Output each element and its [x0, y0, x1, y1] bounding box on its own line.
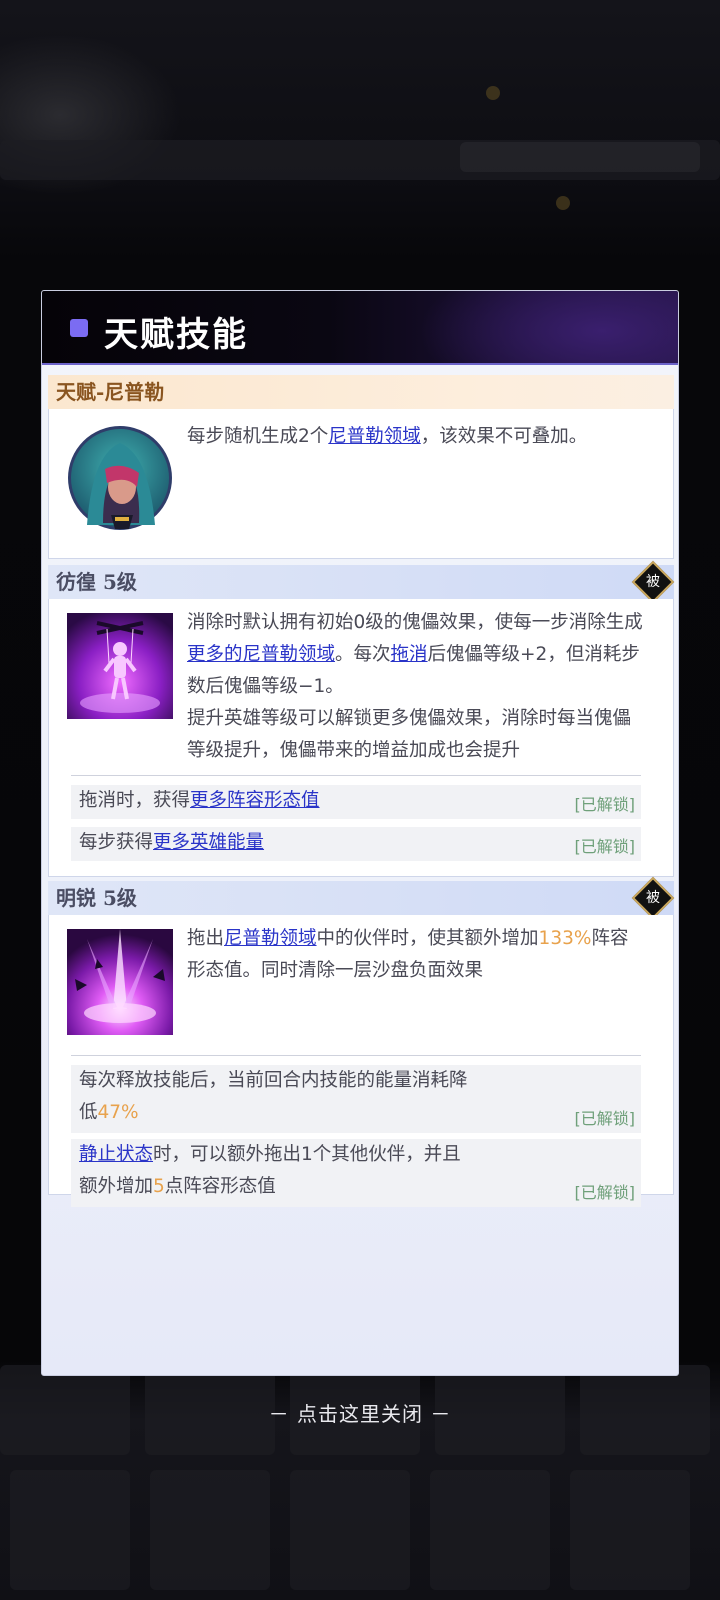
- talent-title: 天赋-尼普勒: [56, 380, 165, 404]
- background-tile: [290, 1470, 410, 1590]
- unlock-row: 拖消时，获得更多阵容形态值 [已解锁]: [71, 785, 641, 819]
- unlock-row: 每次释放技能后，当前回合内技能的能量消耗降 低47% [已解锁]: [71, 1065, 641, 1133]
- skill-desc-text: 中的伙伴时，使其额外增加: [316, 928, 539, 949]
- skill-title: 明锐 5级: [56, 886, 137, 910]
- hero-energy-link[interactable]: 更多英雄能量: [153, 832, 264, 853]
- unlock-text: 时，可以额外拖出1个其他伙伴，并且: [153, 1144, 461, 1165]
- unlocked-tag: [已解锁]: [574, 1109, 636, 1128]
- panel-header: 天赋技能: [42, 291, 678, 365]
- divider: [71, 1055, 641, 1056]
- background-tile: [570, 1470, 690, 1590]
- skill-body: 拖出尼普勒领域中的伙伴时，使其额外增加133%阵容形态值。同时清除一层沙盘负面效…: [48, 915, 674, 1207]
- skill-description: 拖出尼普勒领域中的伙伴时，使其额外增加133%阵容形态值。同时清除一层沙盘负面效…: [187, 923, 645, 987]
- skill-description: 消除时默认拥有初始0级的傀儡效果，使每一步消除生成更多的尼普勒领域。每次拖消后傀…: [187, 607, 645, 767]
- background-coin-icon: [486, 86, 500, 100]
- unlock-text: 每次释放技能后，当前回合内技能的能量消耗降: [79, 1070, 468, 1091]
- formation-value-link[interactable]: 更多阵容形态值: [190, 790, 320, 811]
- unlock-text: 点阵容形态值: [164, 1176, 276, 1197]
- skill-list: 天赋-尼普勒 每步随机生成2个尼普勒领域，该效果不可叠加。 彷徨 5级 被 消除…: [48, 375, 675, 1207]
- more-nipule-domain-link[interactable]: 更多的尼普勒领域: [187, 644, 335, 665]
- skill-header: 彷徨 5级 被: [48, 560, 675, 604]
- background-tile: [10, 1470, 130, 1590]
- skill-desc-text: 提升英雄等级可以解锁更多傀儡效果，消除时每当傀儡等级提升，傀儡带来的增益加成也会…: [187, 708, 632, 761]
- unlock-row: 每步获得更多英雄能量 [已解锁]: [71, 827, 641, 861]
- puppet-skill-icon: [67, 613, 173, 719]
- talent-body: 每步随机生成2个尼普勒领域，该效果不可叠加。: [48, 409, 674, 559]
- drag-clear-link[interactable]: 拖消: [391, 644, 428, 665]
- panel-title: 天赋技能: [104, 315, 248, 355]
- skill-desc-text: 消除时默认拥有初始0级的傀儡效果，使每一步消除生成: [187, 612, 643, 633]
- passive-badge-label: 被: [646, 890, 660, 906]
- background-bar: [460, 142, 700, 172]
- unlocked-tag: [已解锁]: [574, 795, 636, 814]
- talent-header: 天赋-尼普勒: [48, 375, 674, 409]
- background-coin-icon: [556, 196, 570, 210]
- skill-desc-text: 拖出: [187, 928, 225, 949]
- unlock-text: 每步获得: [79, 832, 154, 853]
- passive-badge-label: 被: [646, 574, 660, 590]
- purple-burst-skill-icon: [67, 929, 173, 1035]
- hooded-hero-portrait-icon: [67, 425, 173, 531]
- skill-header: 明锐 5级 被: [48, 876, 675, 920]
- unlock-row: 静止状态时，可以额外拖出1个其他伙伴，并且 额外增加5点阵容形态值 [已解锁]: [71, 1139, 641, 1207]
- energy-reduction-value: 47%: [97, 1102, 139, 1123]
- nipule-domain-link[interactable]: 尼普勒领域: [328, 426, 421, 447]
- bonus-value: 133%: [538, 928, 592, 949]
- stasis-state-link[interactable]: 静止状态: [79, 1144, 153, 1165]
- header-square-icon: [70, 319, 88, 337]
- skill-title: 彷徨 5级: [56, 570, 137, 594]
- unlock-text: 低: [79, 1102, 98, 1123]
- skill-body: 消除时默认拥有初始0级的傀儡效果，使每一步消除生成更多的尼普勒领域。每次拖消后傀…: [48, 599, 674, 877]
- talent-desc-text: ，该效果不可叠加。: [420, 426, 588, 447]
- background-tile: [430, 1470, 550, 1590]
- talent-desc-text: 每步随机生成2个: [187, 426, 329, 447]
- talent-description: 每步随机生成2个尼普勒领域，该效果不可叠加。: [187, 421, 645, 453]
- unlocked-tag: [已解锁]: [574, 837, 636, 856]
- unlocked-tag: [已解锁]: [574, 1183, 636, 1202]
- divider: [71, 775, 641, 776]
- skill-desc-text: 。每次: [335, 644, 391, 665]
- unlock-text: 拖消时，获得: [79, 790, 191, 811]
- talent-skill-panel: 天赋技能 天赋-尼普勒 每步随机生成2个尼普勒领域，该效果不可叠加。 彷徨 5级…: [41, 290, 679, 1376]
- nipule-domain-link[interactable]: 尼普勒领域: [224, 928, 317, 949]
- background-tile: [150, 1470, 270, 1590]
- close-button[interactable]: － 点击这里关闭 －: [0, 1398, 720, 1427]
- unlock-text: 额外增加: [79, 1176, 154, 1197]
- formation-bonus-value: 5: [153, 1176, 165, 1197]
